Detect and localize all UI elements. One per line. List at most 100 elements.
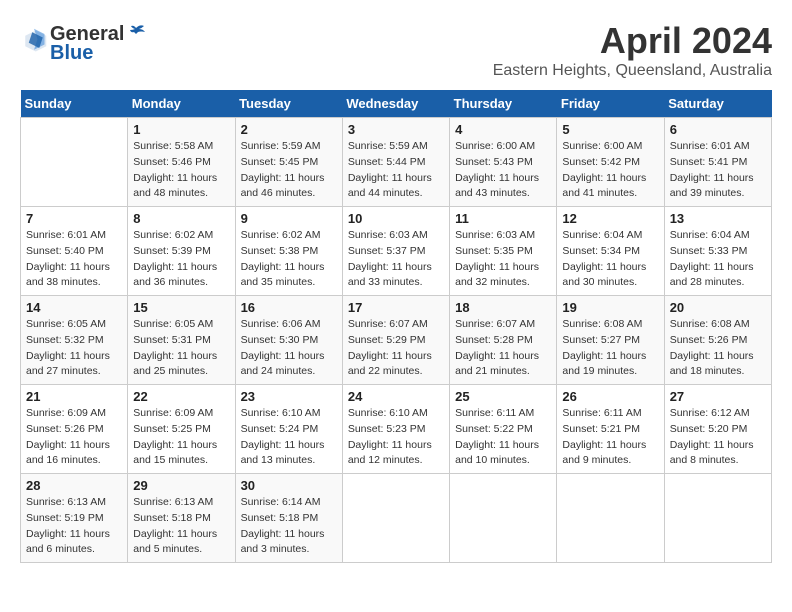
calendar-cell: 24 Sunrise: 6:10 AM Sunset: 5:23 PM Dayli… [342, 385, 449, 474]
calendar-cell: 10 Sunrise: 6:03 AM Sunset: 5:37 PM Dayli… [342, 207, 449, 296]
calendar-cell: 30 Sunrise: 6:14 AM Sunset: 5:18 PM Dayli… [235, 474, 342, 563]
calendar-week-row: 21 Sunrise: 6:09 AM Sunset: 5:26 PM Dayli… [21, 385, 772, 474]
day-info: Sunrise: 6:11 AM Sunset: 5:21 PM Dayligh… [562, 406, 658, 469]
day-info: Sunrise: 6:02 AM Sunset: 5:39 PM Dayligh… [133, 228, 229, 291]
day-info: Sunrise: 6:07 AM Sunset: 5:29 PM Dayligh… [348, 317, 444, 380]
day-number: 5 [562, 122, 658, 137]
calendar-cell [21, 118, 128, 207]
calendar-header-row: Sunday Monday Tuesday Wednesday Thursday… [21, 90, 772, 118]
calendar-cell: 9 Sunrise: 6:02 AM Sunset: 5:38 PM Daylig… [235, 207, 342, 296]
calendar-cell: 19Sunrise: 6:08 AM Sunset: 5:27 PM Dayli… [557, 296, 664, 385]
col-saturday: Saturday [664, 90, 771, 118]
calendar-cell: 2 Sunrise: 5:59 AM Sunset: 5:45 PM Daylig… [235, 118, 342, 207]
calendar-cell: 7 Sunrise: 6:01 AM Sunset: 5:40 PM Daylig… [21, 207, 128, 296]
col-thursday: Thursday [450, 90, 557, 118]
page-header: General Blue April 2024 Eastern Heights,… [20, 20, 772, 80]
day-info: Sunrise: 6:00 AM Sunset: 5:42 PM Dayligh… [562, 139, 658, 202]
calendar-cell: 28 Sunrise: 6:13 AM Sunset: 5:19 PM Dayli… [21, 474, 128, 563]
calendar-cell [664, 474, 771, 563]
day-number: 11 [455, 211, 551, 226]
calendar-cell: 12Sunrise: 6:04 AM Sunset: 5:34 PM Dayli… [557, 207, 664, 296]
calendar-cell: 8 Sunrise: 6:02 AM Sunset: 5:39 PM Daylig… [128, 207, 235, 296]
day-number: 22 [133, 389, 229, 404]
day-number: 13 [670, 211, 766, 226]
calendar-cell: 6Sunrise: 6:01 AM Sunset: 5:41 PM Daylig… [664, 118, 771, 207]
calendar-table: Sunday Monday Tuesday Wednesday Thursday… [20, 90, 772, 563]
calendar-week-row: 14 Sunrise: 6:05 AM Sunset: 5:32 PM Dayli… [21, 296, 772, 385]
calendar-cell: 21 Sunrise: 6:09 AM Sunset: 5:26 PM Dayli… [21, 385, 128, 474]
title-block: April 2024 Eastern Heights, Queensland, … [493, 20, 772, 80]
day-number: 2 [241, 122, 337, 137]
calendar-cell: 11 Sunrise: 6:03 AM Sunset: 5:35 PM Dayli… [450, 207, 557, 296]
calendar-cell [450, 474, 557, 563]
day-info: Sunrise: 6:03 AM Sunset: 5:37 PM Dayligh… [348, 228, 444, 291]
day-number: 3 [348, 122, 444, 137]
day-info: Sunrise: 6:04 AM Sunset: 5:33 PM Dayligh… [670, 228, 766, 291]
day-number: 30 [241, 478, 337, 493]
day-number: 17 [348, 300, 444, 315]
calendar-cell [342, 474, 449, 563]
day-info: Sunrise: 6:01 AM Sunset: 5:41 PM Dayligh… [670, 139, 766, 202]
day-number: 20 [670, 300, 766, 315]
day-info: Sunrise: 5:58 AM Sunset: 5:46 PM Dayligh… [133, 139, 229, 202]
day-info: Sunrise: 6:05 AM Sunset: 5:32 PM Dayligh… [26, 317, 122, 380]
day-info: Sunrise: 6:06 AM Sunset: 5:30 PM Dayligh… [241, 317, 337, 380]
day-info: Sunrise: 6:02 AM Sunset: 5:38 PM Dayligh… [241, 228, 337, 291]
day-info: Sunrise: 6:13 AM Sunset: 5:19 PM Dayligh… [26, 495, 122, 558]
day-number: 10 [348, 211, 444, 226]
col-monday: Monday [128, 90, 235, 118]
calendar-cell: 14 Sunrise: 6:05 AM Sunset: 5:32 PM Dayli… [21, 296, 128, 385]
calendar-cell: 17 Sunrise: 6:07 AM Sunset: 5:29 PM Dayli… [342, 296, 449, 385]
day-number: 15 [133, 300, 229, 315]
day-info: Sunrise: 6:03 AM Sunset: 5:35 PM Dayligh… [455, 228, 551, 291]
calendar-title: April 2024 [493, 20, 772, 62]
day-info: Sunrise: 6:10 AM Sunset: 5:24 PM Dayligh… [241, 406, 337, 469]
day-number: 26 [562, 389, 658, 404]
day-number: 29 [133, 478, 229, 493]
day-info: Sunrise: 6:07 AM Sunset: 5:28 PM Dayligh… [455, 317, 551, 380]
day-number: 21 [26, 389, 122, 404]
calendar-cell: 22 Sunrise: 6:09 AM Sunset: 5:25 PM Dayli… [128, 385, 235, 474]
day-info: Sunrise: 5:59 AM Sunset: 5:45 PM Dayligh… [241, 139, 337, 202]
day-info: Sunrise: 6:09 AM Sunset: 5:25 PM Dayligh… [133, 406, 229, 469]
day-number: 9 [241, 211, 337, 226]
day-info: Sunrise: 6:08 AM Sunset: 5:26 PM Dayligh… [670, 317, 766, 380]
day-info: Sunrise: 6:09 AM Sunset: 5:26 PM Dayligh… [26, 406, 122, 469]
day-number: 8 [133, 211, 229, 226]
day-info: Sunrise: 6:13 AM Sunset: 5:18 PM Dayligh… [133, 495, 229, 558]
calendar-cell: 5 Sunrise: 6:00 AM Sunset: 5:42 PM Daylig… [557, 118, 664, 207]
calendar-cell: 4 Sunrise: 6:00 AM Sunset: 5:43 PM Daylig… [450, 118, 557, 207]
day-info: Sunrise: 6:01 AM Sunset: 5:40 PM Dayligh… [26, 228, 122, 291]
calendar-cell: 18 Sunrise: 6:07 AM Sunset: 5:28 PM Dayli… [450, 296, 557, 385]
day-number: 1 [133, 122, 229, 137]
day-number: 14 [26, 300, 122, 315]
calendar-cell: 29 Sunrise: 6:13 AM Sunset: 5:18 PM Dayli… [128, 474, 235, 563]
calendar-week-row: 1 Sunrise: 5:58 AM Sunset: 5:46 PM Daylig… [21, 118, 772, 207]
calendar-week-row: 28 Sunrise: 6:13 AM Sunset: 5:19 PM Dayli… [21, 474, 772, 563]
day-info: Sunrise: 6:12 AM Sunset: 5:20 PM Dayligh… [670, 406, 766, 469]
day-number: 25 [455, 389, 551, 404]
calendar-cell: 13 Sunrise: 6:04 AM Sunset: 5:33 PM Dayli… [664, 207, 771, 296]
day-number: 18 [455, 300, 551, 315]
day-number: 24 [348, 389, 444, 404]
calendar-cell: 27Sunrise: 6:12 AM Sunset: 5:20 PM Dayli… [664, 385, 771, 474]
logo: General Blue [20, 20, 146, 65]
calendar-subtitle: Eastern Heights, Queensland, Australia [493, 62, 772, 80]
day-info: Sunrise: 6:14 AM Sunset: 5:18 PM Dayligh… [241, 495, 337, 558]
day-info: Sunrise: 6:00 AM Sunset: 5:43 PM Dayligh… [455, 139, 551, 202]
day-info: Sunrise: 6:04 AM Sunset: 5:34 PM Dayligh… [562, 228, 658, 291]
col-sunday: Sunday [21, 90, 128, 118]
day-number: 4 [455, 122, 551, 137]
day-number: 7 [26, 211, 122, 226]
day-number: 19 [562, 300, 658, 315]
calendar-cell: 23Sunrise: 6:10 AM Sunset: 5:24 PM Dayli… [235, 385, 342, 474]
calendar-week-row: 7 Sunrise: 6:01 AM Sunset: 5:40 PM Daylig… [21, 207, 772, 296]
day-number: 16 [241, 300, 337, 315]
day-info: Sunrise: 6:05 AM Sunset: 5:31 PM Dayligh… [133, 317, 229, 380]
day-info: Sunrise: 6:10 AM Sunset: 5:23 PM Dayligh… [348, 406, 444, 469]
calendar-cell: 16 Sunrise: 6:06 AM Sunset: 5:30 PM Dayli… [235, 296, 342, 385]
col-wednesday: Wednesday [342, 90, 449, 118]
calendar-cell: 3Sunrise: 5:59 AM Sunset: 5:44 PM Daylig… [342, 118, 449, 207]
calendar-cell: 20 Sunrise: 6:08 AM Sunset: 5:26 PM Dayli… [664, 296, 771, 385]
day-number: 28 [26, 478, 122, 493]
